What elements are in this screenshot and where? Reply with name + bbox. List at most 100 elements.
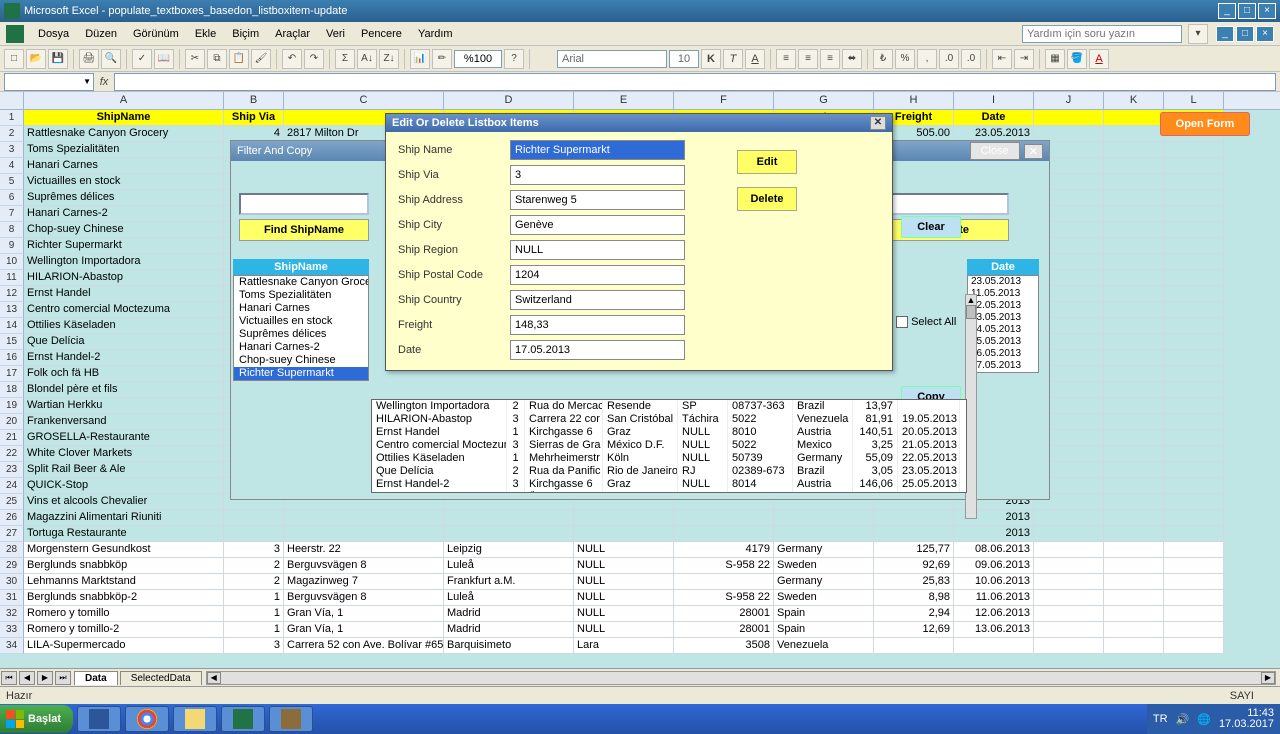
currency-icon[interactable]: ₺ (873, 49, 893, 69)
field-input[interactable]: Switzerland (510, 290, 685, 310)
tray-lang[interactable]: TR (1153, 713, 1168, 725)
row-header[interactable]: 12 (0, 286, 24, 302)
filter-x-button[interactable]: ✕ (1024, 144, 1043, 159)
table-row[interactable]: HILARION-Abastop3Carrera 22 corSan Crist… (372, 413, 966, 426)
table-row[interactable]: Ottilies Käseladen1MehrheimerstrKölnNULL… (372, 452, 966, 465)
maximize-button[interactable]: □ (1238, 3, 1256, 19)
cell[interactable]: Split Rail Beer & Ale (24, 462, 224, 478)
row-header[interactable]: 1 (0, 110, 24, 126)
table-row[interactable]: Centro comercial Moctezuma3Sierras de Gr… (372, 439, 966, 452)
tab-nav-next[interactable]: ▶ (37, 671, 53, 685)
cell[interactable]: HILARION-Abastop (24, 270, 224, 286)
cell[interactable]: Vins et alcools Chevalier (24, 494, 224, 510)
field-input[interactable]: 148,33 (510, 315, 685, 335)
col-header-i[interactable]: I (954, 92, 1034, 109)
row-header[interactable]: 20 (0, 414, 24, 430)
tray-network-icon[interactable]: 🌐 (1197, 713, 1211, 726)
cell[interactable]: Victuailles en stock (24, 174, 224, 190)
paste-icon[interactable]: 📋 (229, 49, 249, 69)
clear-button[interactable]: Clear (901, 216, 961, 238)
menu-araçlar[interactable]: Araçlar (267, 25, 318, 43)
zoom-combo[interactable]: %100 (454, 50, 502, 68)
cell[interactable]: Frankenversand (24, 414, 224, 430)
col-header-e[interactable]: E (574, 92, 674, 109)
tab-nav-last[interactable]: ⏭ (55, 671, 71, 685)
date-listbox[interactable]: 23.05.201311.05.201312.05.201313.05.2013… (967, 275, 1039, 373)
col-header-c[interactable]: C (284, 92, 444, 109)
minimize-button[interactable]: _ (1218, 3, 1236, 19)
task-chrome[interactable] (125, 706, 169, 732)
cell[interactable]: Ernst Handel-2 (24, 350, 224, 366)
app-menu-icon[interactable] (6, 25, 24, 43)
menu-görünüm[interactable]: Görünüm (125, 25, 187, 43)
select-all-corner[interactable] (0, 92, 24, 109)
menu-ekle[interactable]: Ekle (187, 25, 224, 43)
col-header-k[interactable]: K (1104, 92, 1164, 109)
row-header[interactable]: 18 (0, 382, 24, 398)
cut-icon[interactable]: ✂ (185, 49, 205, 69)
list-item[interactable]: Victuailles en stock (234, 315, 368, 328)
research-icon[interactable]: 📖 (154, 49, 174, 69)
delete-button[interactable]: Delete (737, 187, 797, 211)
col-header-b[interactable]: B (224, 92, 284, 109)
wb-minimize-button[interactable]: _ (1216, 26, 1234, 42)
wb-close-button[interactable]: × (1256, 26, 1274, 42)
field-input[interactable]: Richter Supermarkt (510, 140, 685, 160)
tray-volume-icon[interactable]: 🔊 (1176, 713, 1190, 726)
row-header[interactable]: 17 (0, 366, 24, 382)
cell[interactable]: QUICK-Stop (24, 478, 224, 494)
cell[interactable]: Hanari Carnes (24, 158, 224, 174)
list-item[interactable]: Richter Supermarkt (234, 367, 368, 380)
format-painter-icon[interactable]: 🖌 (251, 49, 271, 69)
borders-icon[interactable]: ▦ (1045, 49, 1065, 69)
formula-input[interactable] (114, 73, 1276, 91)
filter-close-button[interactable]: Close (970, 142, 1020, 160)
row-header[interactable]: 4 (0, 158, 24, 174)
merge-icon[interactable]: ⬌ (842, 49, 862, 69)
col-header-d[interactable]: D (444, 92, 574, 109)
close-button[interactable]: × (1258, 3, 1276, 19)
row-header[interactable]: 9 (0, 238, 24, 254)
cell[interactable]: Hanari Carnes-2 (24, 206, 224, 222)
menu-düzen[interactable]: Düzen (77, 25, 125, 43)
list-item[interactable]: 15.05.2013 (968, 336, 1038, 348)
undo-icon[interactable]: ↶ (282, 49, 302, 69)
sort-asc-icon[interactable]: A↓ (357, 49, 377, 69)
shipname-listbox[interactable]: Rattlesnake Canyon GroceryToms Spezialit… (233, 275, 369, 381)
table-row[interactable]: Ernst Handel-23Kirchgasse 6GrazNULL8014A… (372, 478, 966, 491)
col-header-g[interactable]: G (774, 92, 874, 109)
list-item[interactable]: 17.05.2013 (968, 360, 1038, 372)
row-header[interactable]: 8 (0, 222, 24, 238)
row-header[interactable]: 10 (0, 254, 24, 270)
preview-icon[interactable]: 🔍 (101, 49, 121, 69)
row-header[interactable]: 23 (0, 462, 24, 478)
cell[interactable]: Folk och fä HB (24, 366, 224, 382)
font-combo[interactable]: Arial (557, 50, 667, 68)
field-input[interactable]: Starenweg 5 (510, 190, 685, 210)
cell[interactable]: Ottilies Käseladen (24, 318, 224, 334)
autosum-icon[interactable]: Σ (335, 49, 355, 69)
horizontal-scrollbar[interactable]: ◀▶ (206, 671, 1276, 685)
menu-biçim[interactable]: Biçim (224, 25, 267, 43)
sort-desc-icon[interactable]: Z↓ (379, 49, 399, 69)
row-header[interactable]: 5 (0, 174, 24, 190)
list-item[interactable]: Rattlesnake Canyon Grocery (234, 276, 368, 289)
field-input[interactable]: 17.05.2013 (510, 340, 685, 360)
row-header[interactable]: 13 (0, 302, 24, 318)
row-header[interactable]: 16 (0, 350, 24, 366)
font-color-icon[interactable]: A (1089, 49, 1109, 69)
cell[interactable]: Ernst Handel (24, 286, 224, 302)
row-header[interactable]: 24 (0, 478, 24, 494)
open-form-button[interactable]: Open Form (1160, 112, 1250, 136)
header-shipvia[interactable]: Ship Via (224, 110, 284, 126)
tray-clock[interactable]: 11:43 17.03.2017 (1219, 708, 1274, 730)
row-header[interactable]: 11 (0, 270, 24, 286)
row-header[interactable]: 30 (0, 574, 24, 590)
new-icon[interactable]: □ (4, 49, 24, 69)
save-icon[interactable]: 💾 (48, 49, 68, 69)
list-item[interactable]: 13.05.2013 (968, 312, 1038, 324)
col-header-l[interactable]: L (1164, 92, 1224, 109)
cell[interactable]: Tortuga Restaurante (24, 526, 224, 542)
field-input[interactable]: Genève (510, 215, 685, 235)
field-input[interactable]: 1204 (510, 265, 685, 285)
